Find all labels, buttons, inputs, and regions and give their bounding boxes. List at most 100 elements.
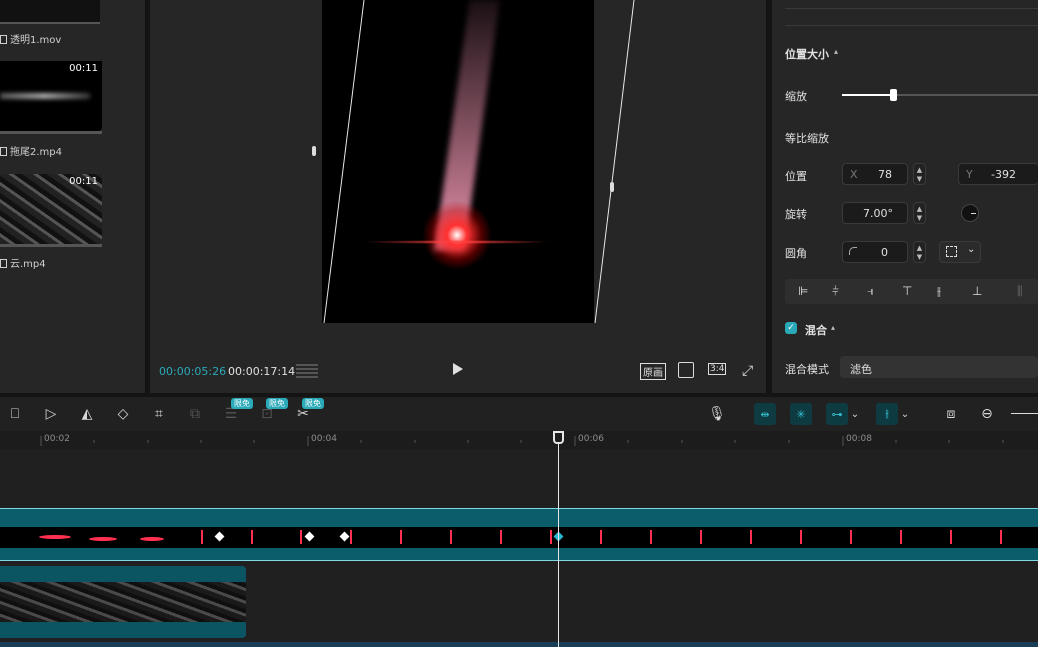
media-panel: 透明1.mov 00:11 拖尾2.mp4 00:11 云.mp4 xyxy=(0,0,146,393)
timeline-toolbar: ⎕ ▷ ◭ ◇ ⌗ ⧉ ☰ 限免 ⊡ 限免 ✂ 限免 🎙 ⇹ ✳ ⊶ ⌄ ⫲ ⌄… xyxy=(0,397,1038,431)
zoom-slider[interactable] xyxy=(1011,413,1038,414)
preview-axis-icon[interactable]: ⫲ xyxy=(876,403,898,425)
clip-filmstrip xyxy=(0,582,246,622)
reverse-icon[interactable]: ▷ xyxy=(40,403,62,425)
divider xyxy=(785,25,1038,26)
blend-mode-value: 滤色 xyxy=(850,363,872,376)
media-name-3[interactable]: 云.mp4 xyxy=(0,255,46,270)
replace-icon[interactable]: ⧉ xyxy=(184,403,206,425)
video-clip-trail[interactable] xyxy=(0,508,1038,561)
corner-label: 圆角 xyxy=(785,247,807,260)
corner-stepper[interactable]: ▲ ▼ xyxy=(913,241,926,263)
position-x-stepper[interactable]: ▲ ▼ xyxy=(913,163,926,185)
list-icon[interactable] xyxy=(296,364,318,378)
scale-slider[interactable] xyxy=(842,89,1038,101)
y-label: Y xyxy=(966,168,973,181)
media-name-2[interactable]: 拖尾2.mp4 xyxy=(0,143,62,158)
zoom-fit-icon[interactable] xyxy=(678,362,694,378)
align-bar: ⊫ ⫩ ⫣ ⊤ ⫲ ⊥ ⫼ xyxy=(785,279,1038,304)
align-top-icon[interactable]: ⊤ xyxy=(902,284,912,298)
media-underline xyxy=(0,244,102,247)
blend-checkbox[interactable]: ✓ xyxy=(785,322,797,334)
free-badge: 限免 xyxy=(302,398,324,409)
position-y-field[interactable]: Y -392 xyxy=(958,163,1038,185)
zoom-out-icon[interactable]: ⊖ xyxy=(976,403,998,425)
linkage-icon[interactable]: ⊶ xyxy=(826,403,848,425)
mirror-icon[interactable]: ◭ xyxy=(76,403,98,425)
position-x-field[interactable]: X 78 xyxy=(842,163,908,185)
uniform-scale-label: 等比缩放 xyxy=(785,132,829,145)
aspect-ratio-button[interactable]: 3:4 xyxy=(708,363,727,375)
rotation-stepper[interactable]: ▲ ▼ xyxy=(913,202,926,224)
corner-type-dropdown[interactable]: ⌄ xyxy=(939,241,981,263)
rotate-icon[interactable]: ◇ xyxy=(112,403,134,425)
play-icon[interactable] xyxy=(453,363,463,375)
distribute-icon[interactable]: ⫼ xyxy=(1017,284,1023,299)
corner-field[interactable]: 0 xyxy=(842,241,908,263)
align-left-icon[interactable]: ⊫ xyxy=(798,284,808,298)
keyframe-icon xyxy=(339,531,350,542)
keyframe-icon xyxy=(304,531,315,542)
file-icon xyxy=(0,259,7,268)
microphone-icon[interactable]: 🎙 xyxy=(706,403,728,425)
media-thumb-2[interactable]: 00:11 xyxy=(0,61,102,131)
screen-icon[interactable]: ⧈ xyxy=(940,403,962,425)
link-main-track-icon[interactable]: ⇹ xyxy=(754,403,776,425)
current-time: 00:00:05:26 xyxy=(159,365,227,378)
position-label: 位置 xyxy=(785,170,807,183)
time-ruler[interactable]: 00:02 00:04 00:06 00:08 xyxy=(0,431,1038,449)
ruler-tick: 00:06 xyxy=(578,434,604,444)
x-value: 78 xyxy=(878,168,892,181)
rotation-label: 旋转 xyxy=(785,208,807,221)
freeze-icon[interactable]: ⎕ xyxy=(4,403,26,425)
media-name-1[interactable]: 透明1.mov xyxy=(0,31,61,46)
media-duration: 00:11 xyxy=(69,63,98,74)
align-bottom-icon[interactable]: ⊥ xyxy=(972,284,982,298)
media-thumb-top[interactable] xyxy=(0,0,100,24)
ruler-tick: 00:08 xyxy=(846,434,872,444)
x-label: X xyxy=(850,168,858,181)
corner-value: 0 xyxy=(881,246,888,259)
total-time: 00:00:17:14 xyxy=(228,365,296,378)
rotation-value: 7.00° xyxy=(863,207,893,220)
free-badge: 限免 xyxy=(231,398,253,409)
original-quality-button[interactable]: 原画 xyxy=(640,363,666,380)
align-hcenter-icon[interactable]: ⫩ xyxy=(832,284,839,299)
divider xyxy=(785,8,1038,9)
blend-mode-label: 混合模式 xyxy=(785,363,829,376)
blend-title[interactable]: 混合 xyxy=(805,322,827,338)
free-badge: 限免 xyxy=(266,398,288,409)
section-title[interactable]: 位置大小 xyxy=(785,46,829,62)
frame-icon xyxy=(946,246,957,257)
auto-snap-icon[interactable]: ✳ xyxy=(790,403,812,425)
player-panel: 00:00:05:26 00:00:17:14 原画 3:4 ⤢ xyxy=(150,0,766,393)
video-clip-cloud[interactable] xyxy=(0,566,246,638)
rotation-dial-icon[interactable] xyxy=(961,204,979,222)
media-thumb-3[interactable]: 00:11 xyxy=(0,174,102,244)
media-underline xyxy=(0,131,102,134)
ruler-tick: 00:02 xyxy=(44,434,70,444)
blend-mode-select[interactable]: 滤色 xyxy=(840,356,1038,378)
transform-frame[interactable] xyxy=(290,0,640,325)
rotation-field[interactable]: 7.00° xyxy=(842,202,908,224)
properties-panel: 位置大小 ▴ 缩放 等比缩放 位置 X 78 ▲ ▼ Y -392 旋转 7.00… xyxy=(772,0,1038,393)
chevron-down-icon: ⌄ xyxy=(967,244,976,255)
file-icon xyxy=(0,147,7,156)
align-right-icon[interactable]: ⫣ xyxy=(867,284,874,299)
y-value: -392 xyxy=(991,168,1016,181)
scale-label: 缩放 xyxy=(785,90,807,103)
corner-radius-icon xyxy=(849,247,857,255)
ruler-tick: 00:04 xyxy=(311,434,337,444)
file-icon xyxy=(0,35,7,44)
chevron-down-icon[interactable]: ⌄ xyxy=(898,403,912,425)
collapse-icon[interactable]: ▴ xyxy=(834,47,838,56)
media-duration: 00:11 xyxy=(69,176,98,187)
align-vcenter-icon[interactable]: ⫲ xyxy=(937,284,941,299)
collapse-icon[interactable]: ▴ xyxy=(831,323,835,332)
audio-track-edge xyxy=(0,642,1038,647)
chevron-down-icon[interactable]: ⌄ xyxy=(848,403,862,425)
crop-icon[interactable]: ⌗ xyxy=(148,403,170,425)
playhead[interactable] xyxy=(553,431,564,647)
fullscreen-icon[interactable]: ⤢ xyxy=(742,363,753,379)
keyframe-icon xyxy=(214,531,225,542)
